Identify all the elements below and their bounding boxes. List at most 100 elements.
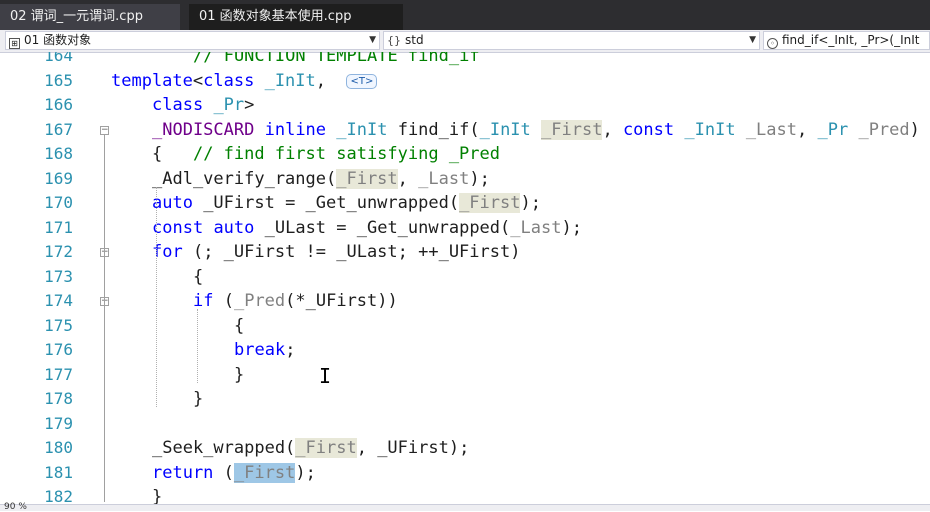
code-line[interactable]: 169 _Adl_verify_range(_First, _Last); [0, 167, 930, 192]
code-text: for (; _UFirst != _ULast; ++_UFirst) [152, 240, 520, 264]
code-token: _First [336, 168, 398, 189]
code-token: _Last [745, 119, 797, 140]
code-token: auto [152, 193, 193, 213]
code-token: ); [520, 193, 541, 213]
indent-guide [156, 186, 157, 407]
code-text: return (_First); [152, 461, 316, 485]
code-text: if (_Pred(*_UFirst)) [193, 289, 398, 313]
code-line[interactable]: 166 class _Pr> [0, 93, 930, 118]
line-number: 166 [44, 95, 73, 114]
line-number: 177 [44, 364, 73, 384]
code-line[interactable]: 180 _Seek_wrapped(_First, _UFirst); [0, 436, 930, 461]
code-text: { [234, 314, 244, 338]
scope-dropdown[interactable]: {} std ▼ [383, 31, 760, 50]
code-line[interactable]: 175 { [0, 314, 930, 339]
code-token: _Pr [213, 95, 245, 115]
code-line[interactable]: 170 auto _UFirst = _Get_unwrapped(_First)… [0, 191, 930, 216]
code-token: _Last [418, 168, 470, 189]
scope-label: std [405, 33, 424, 47]
code-token: { [234, 315, 245, 336]
tab-function-object-file[interactable]: 01 函数对象基本使用.cpp [189, 4, 403, 30]
code-token: _InIt [264, 70, 316, 91]
code-token: _First [459, 193, 521, 213]
code-token: , _UFirst); [356, 438, 470, 458]
code-line[interactable]: 181 return (_First); [0, 461, 930, 486]
code-token: } [193, 389, 204, 409]
code-text: _NODISCARD inline _InIt find_if(_InIt _F… [152, 118, 920, 142]
code-text: _Seek_wrapped(_First, _UFirst); [152, 436, 469, 460]
code-line[interactable]: 176 break; [0, 338, 930, 363]
template-hint-badge[interactable]: <T> [346, 73, 378, 89]
code-token: _InIt [479, 119, 531, 140]
code-line[interactable]: 174−if (_Pred(*_UFirst)) [0, 289, 930, 314]
code-line[interactable]: 179 [0, 412, 930, 437]
code-line[interactable]: 182} [0, 485, 930, 504]
collapse-icon[interactable]: − [100, 125, 109, 135]
code-token: const [622, 119, 675, 140]
code-text: auto _UFirst = _Get_unwrapped(_First); [152, 191, 541, 215]
code-token: ); [561, 217, 582, 238]
member-dropdown[interactable]: ◦ find_if<_InIt, _Pr>(_InIt [763, 31, 930, 50]
code-token: auto [213, 217, 255, 238]
code-token: _First [233, 462, 296, 483]
code-line[interactable]: 164 // FUNCTION TEMPLATE find_if [0, 52, 930, 69]
line-number: 179 [44, 413, 73, 433]
code-line[interactable]: 168 { // find first satisfying _Pred [0, 142, 930, 167]
code-token: < [192, 70, 204, 91]
code-text: break; [234, 338, 295, 362]
code-token: template [111, 70, 193, 91]
code-line[interactable]: 172−for (; _UFirst != _ULast; ++_UFirst) [0, 240, 930, 265]
code-token: (; _UFirst != _ULast; ++_UFirst) [182, 242, 521, 262]
line-number: 172 [44, 242, 73, 261]
code-token: { [193, 266, 204, 287]
line-number: 169 [44, 168, 73, 188]
project-label: 01 函数对象 [24, 33, 92, 47]
code-text: { [193, 265, 203, 289]
code-token: ; [285, 340, 296, 360]
code-token: const [152, 217, 204, 238]
code-token: break [234, 340, 286, 360]
code-line[interactable]: 165 template<class _InIt, <T> [0, 69, 930, 94]
line-number: 165 [44, 70, 73, 90]
code-token: return [152, 462, 214, 483]
function-icon: ◦ [767, 38, 778, 49]
tab-predicate-file[interactable]: 02 谓词_一元谓词.cpp [0, 4, 180, 30]
line-number: 173 [44, 266, 73, 286]
code-token: _NODISCARD [152, 119, 255, 140]
code-text: } [234, 363, 244, 387]
code-token: _Pred [233, 291, 286, 311]
code-line[interactable]: 177} [0, 363, 930, 388]
namespace-icon: {} [387, 34, 401, 47]
line-number: 164 [44, 52, 73, 65]
code-token: _InIt [684, 119, 736, 140]
code-editor[interactable]: 164 // FUNCTION TEMPLATE find_if 165 templa… [0, 52, 930, 504]
code-token: _Seek_wrapped( [152, 438, 296, 458]
line-number: 178 [44, 389, 73, 408]
line-number: 174 [44, 291, 73, 310]
code-token: ); [295, 462, 316, 483]
code-token: , [602, 119, 623, 140]
code-line[interactable]: 167− _NODISCARD inline _InIt find_if(_InI… [0, 118, 930, 143]
code-line[interactable]: 173 { [0, 265, 930, 290]
line-number: 180 [44, 438, 73, 457]
code-token: , [397, 168, 419, 189]
code-token: // find first satisfying _Pred [192, 144, 500, 164]
code-line[interactable]: 171 const auto _ULast = _Get_unwrapped(_L… [0, 216, 930, 241]
code-token: (*_UFirst)) [285, 291, 398, 311]
code-text: } [152, 485, 162, 504]
line-number: 175 [44, 315, 73, 335]
code-token: ( [213, 291, 234, 311]
code-text: template<class _InIt, <T> [111, 69, 378, 93]
zoom-level[interactable]: 90 % [4, 502, 27, 512]
code-text: const auto _ULast = _Get_unwrapped(_Last… [152, 216, 582, 240]
code-text: { // find first satisfying _Pred [152, 142, 500, 166]
code-token: _InIt [336, 119, 388, 140]
code-line[interactable]: 178} [0, 387, 930, 412]
project-dropdown[interactable]: ⊞ 01 函数对象 ▼ [5, 31, 380, 50]
code-token: _Pred [858, 119, 910, 140]
code-token: , [797, 119, 818, 140]
